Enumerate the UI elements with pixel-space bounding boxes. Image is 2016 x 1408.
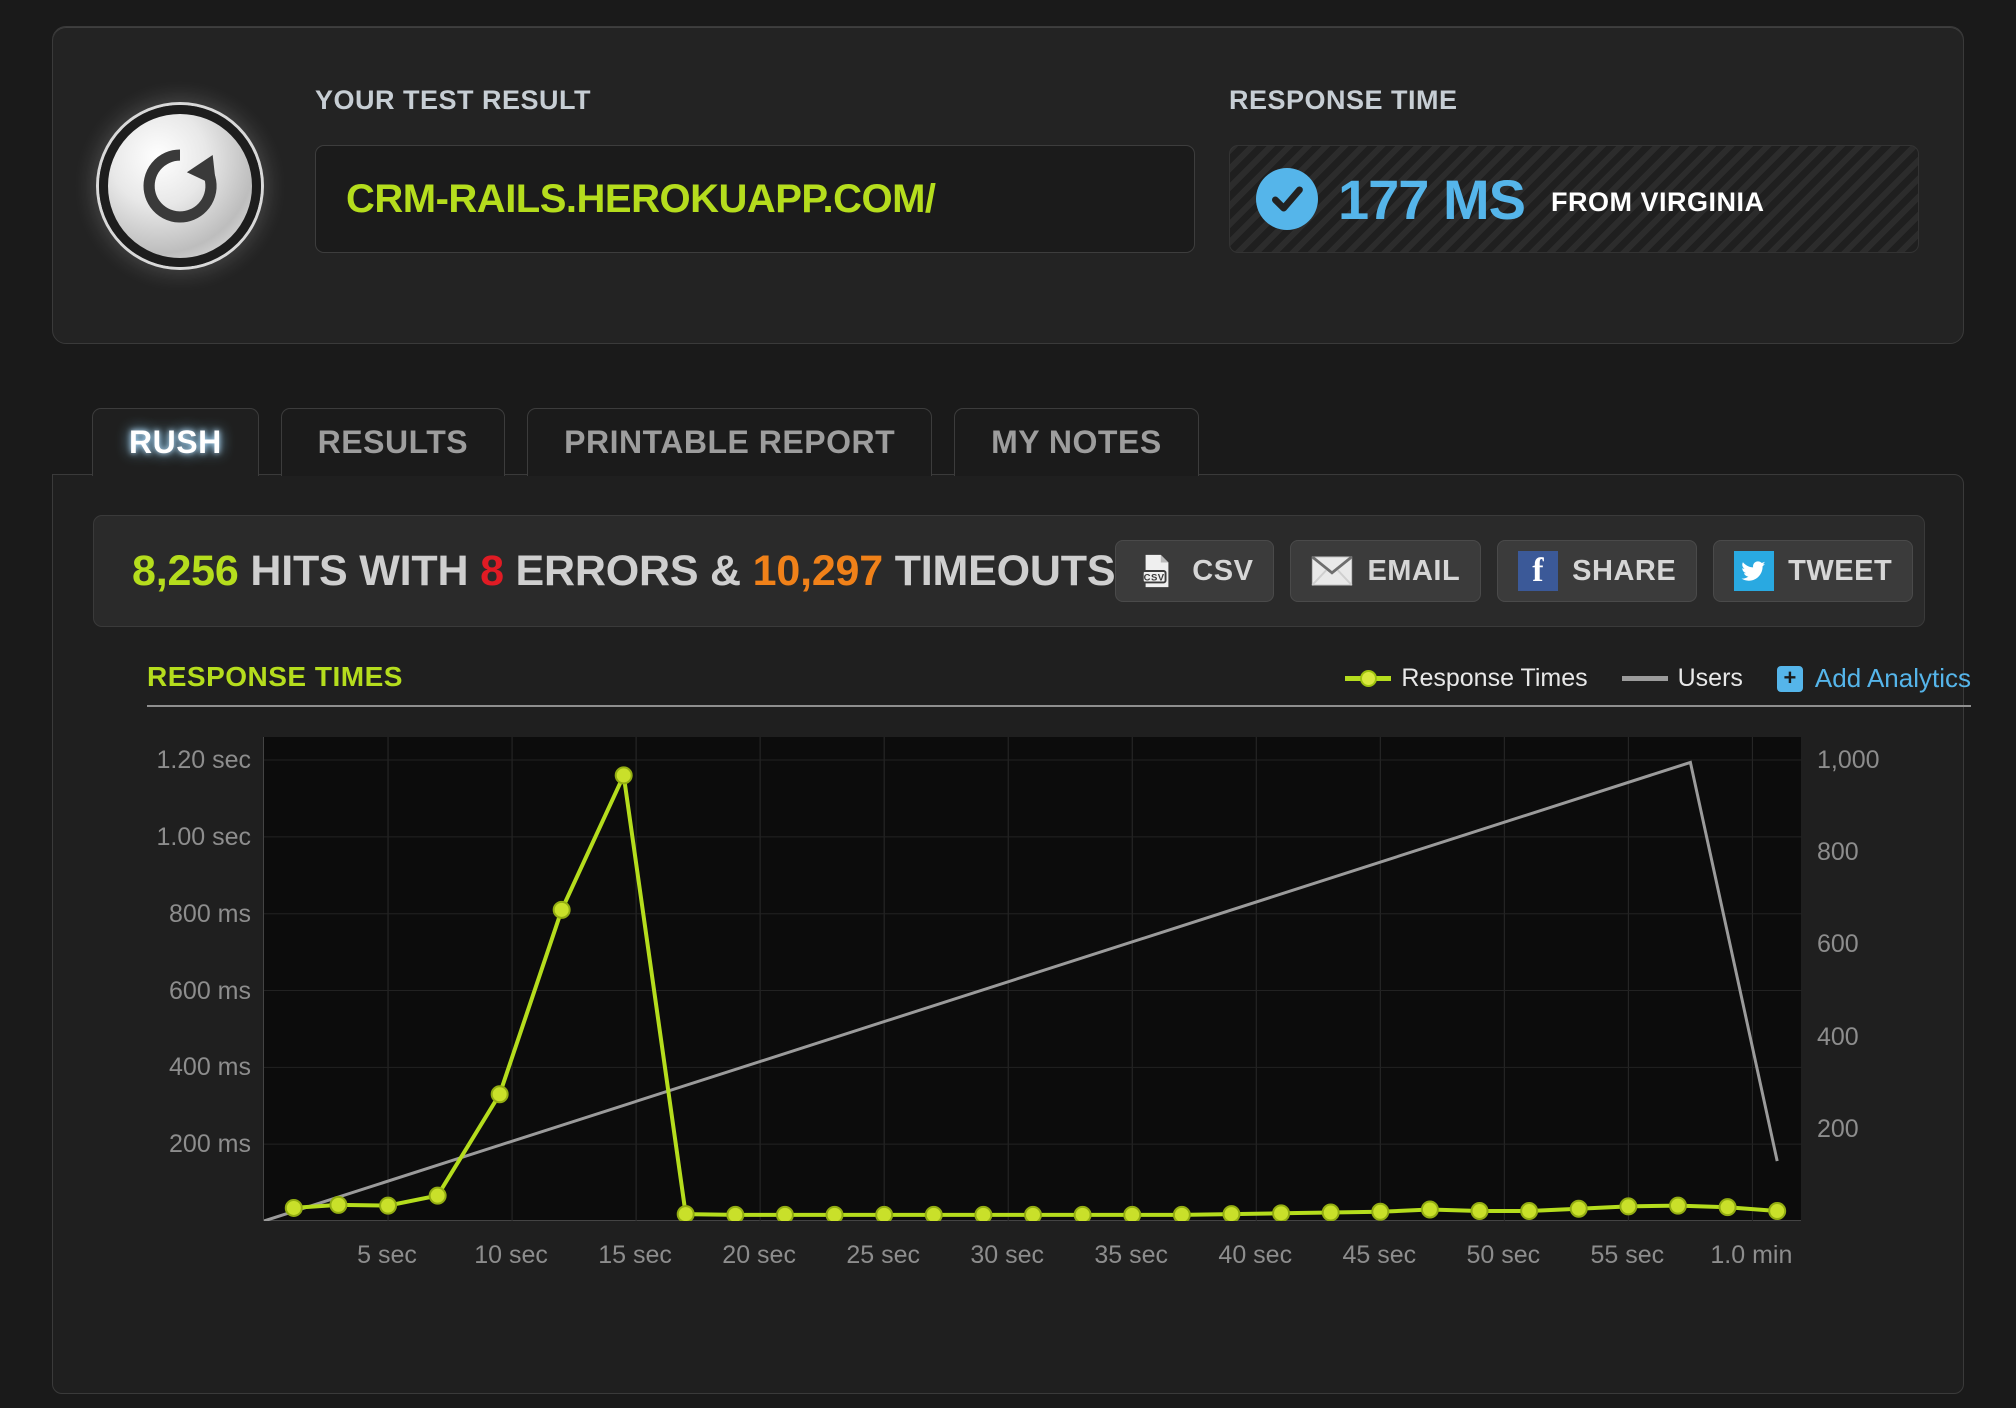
reload-icon[interactable] [99, 105, 261, 267]
share-button-label: SHARE [1572, 554, 1677, 587]
y-axis-left-tick: 200 ms [169, 1130, 251, 1159]
legend-users-label: Users [1677, 664, 1743, 692]
stats-bar: 8,256 HITS WITH 8 ERRORS & 10,297 TIMEOU… [93, 515, 1925, 627]
url-field[interactable]: CRM-RAILS.HEROKUAPP.COM/ [315, 145, 1195, 253]
timeouts-count: 10,297 [752, 546, 884, 595]
y-axis-right-tick: 600 [1817, 930, 1859, 959]
envelope-icon [1311, 551, 1354, 591]
plus-box-icon: + [1776, 665, 1803, 692]
y-axis-right-tick: 400 [1817, 1022, 1859, 1051]
legend-line-green-icon [1345, 670, 1392, 687]
tweet-button-label: TWEET [1788, 554, 1893, 587]
x-axis-tick: 30 sec [970, 1241, 1045, 1269]
legend-line-gray-icon [1621, 676, 1668, 681]
rush-tab-panel: 8,256 HITS WITH 8 ERRORS & 10,297 TIMEOU… [52, 474, 1971, 1394]
tweet-button[interactable]: TWEET [1713, 540, 1914, 602]
csv-glyph-icon: CSV [1142, 554, 1169, 588]
x-axis-tick: 35 sec [1094, 1241, 1169, 1269]
x-axis-tick: 20 sec [722, 1241, 796, 1269]
chart-legend: Response Times Users + Add Analytics [1345, 663, 1971, 694]
x-axis-tick: 45 sec [1342, 1241, 1417, 1269]
chart-plot: 200 ms 400 ms 600 ms 800 ms 1.00 sec 1.20 sec… [147, 725, 1971, 1285]
envelope-glyph-icon [1311, 556, 1354, 586]
share-button[interactable]: f SHARE [1497, 540, 1698, 602]
y-axis-right-tick: 800 [1817, 838, 1859, 867]
x-axis-tick: 1.0 min [1710, 1241, 1793, 1269]
response-time-value: 177 MS [1338, 167, 1526, 231]
x-axis-tick: 15 sec [598, 1241, 672, 1269]
errors-count: 8 [480, 546, 504, 595]
url-value: CRM-RAILS.HEROKUAPP.COM/ [346, 176, 936, 221]
x-axis-tick: 40 sec [1218, 1241, 1293, 1269]
svg-text:CSV: CSV [1144, 573, 1165, 584]
tab-rush[interactable]: RUSH [92, 408, 259, 476]
y-axis-left-tick: 600 ms [169, 976, 251, 1005]
facebook-icon: f [1518, 551, 1559, 591]
header-divider [147, 705, 1971, 707]
your-test-result-label: YOUR TEST RESULT [315, 85, 592, 115]
legend-users[interactable]: Users [1621, 664, 1743, 693]
csv-button-label: CSV [1192, 554, 1254, 587]
y-axis-left-tick: 800 ms [169, 899, 251, 928]
action-buttons: CSV CSV EMAIL f SHARE TWEET [1115, 540, 1914, 602]
twitter-bird-icon [1741, 561, 1766, 581]
add-analytics-link[interactable]: + Add Analytics [1776, 663, 1971, 694]
timeouts-word: TIMEOUTS [894, 546, 1116, 595]
y-axis-left-tick: 400 ms [169, 1053, 251, 1082]
response-time-box: 177 MS FROM VIRGINIA [1229, 145, 1919, 253]
test-result-panel: YOUR TEST RESULT CRM-RAILS.HEROKUAPP.COM… [52, 26, 1964, 344]
email-button-label: EMAIL [1367, 554, 1461, 587]
tab-my-notes[interactable]: MY NOTES [954, 408, 1199, 476]
x-axis-tick: 5 sec [357, 1241, 417, 1269]
hits-count: 8,256 [132, 546, 239, 595]
y-axis-left-tick: 1.20 sec [156, 746, 251, 775]
hits-word: HITS WITH [250, 546, 469, 595]
csv-button[interactable]: CSV CSV [1115, 540, 1275, 602]
add-analytics-label: Add Analytics [1814, 663, 1971, 693]
x-axis-tick: 50 sec [1466, 1241, 1541, 1269]
stats-summary: 8,256 HITS WITH 8 ERRORS & 10,297 TIMEOU… [132, 547, 1115, 596]
errors-word: ERRORS & [515, 546, 742, 595]
response-time-location: FROM VIRGINIA [1551, 186, 1765, 217]
legend-response-times[interactable]: Response Times [1345, 664, 1588, 693]
tab-bar: RUSH RESULTS PRINTABLE REPORT MY NOTES [92, 408, 1199, 476]
y-axis-left-tick: 1.00 sec [156, 822, 251, 851]
email-button[interactable]: EMAIL [1290, 540, 1482, 602]
tab-printable-report[interactable]: PRINTABLE REPORT [527, 408, 933, 476]
check-mark-icon [1272, 186, 1303, 212]
y-axis-right-tick: 200 [1817, 1114, 1859, 1143]
chart-header: RESPONSE TIMES Response Times Users + Ad… [147, 661, 1971, 707]
y-axis-right-tick: 1,000 [1817, 746, 1880, 775]
plot-area [263, 737, 1802, 1221]
response-time-label: RESPONSE TIME [1229, 85, 1458, 115]
reload-arrow-icon [143, 149, 217, 223]
csv-file-icon: CSV [1136, 551, 1178, 591]
x-axis-tick: 10 sec [474, 1241, 548, 1269]
chart-svg [264, 737, 1802, 1221]
x-axis-tick: 55 sec [1590, 1241, 1665, 1269]
tab-results[interactable]: RESULTS [280, 408, 506, 476]
twitter-icon [1734, 551, 1775, 591]
x-axis-tick: 25 sec [846, 1241, 920, 1269]
check-circle-icon [1256, 168, 1318, 230]
legend-response-times-label: Response Times [1401, 664, 1588, 692]
